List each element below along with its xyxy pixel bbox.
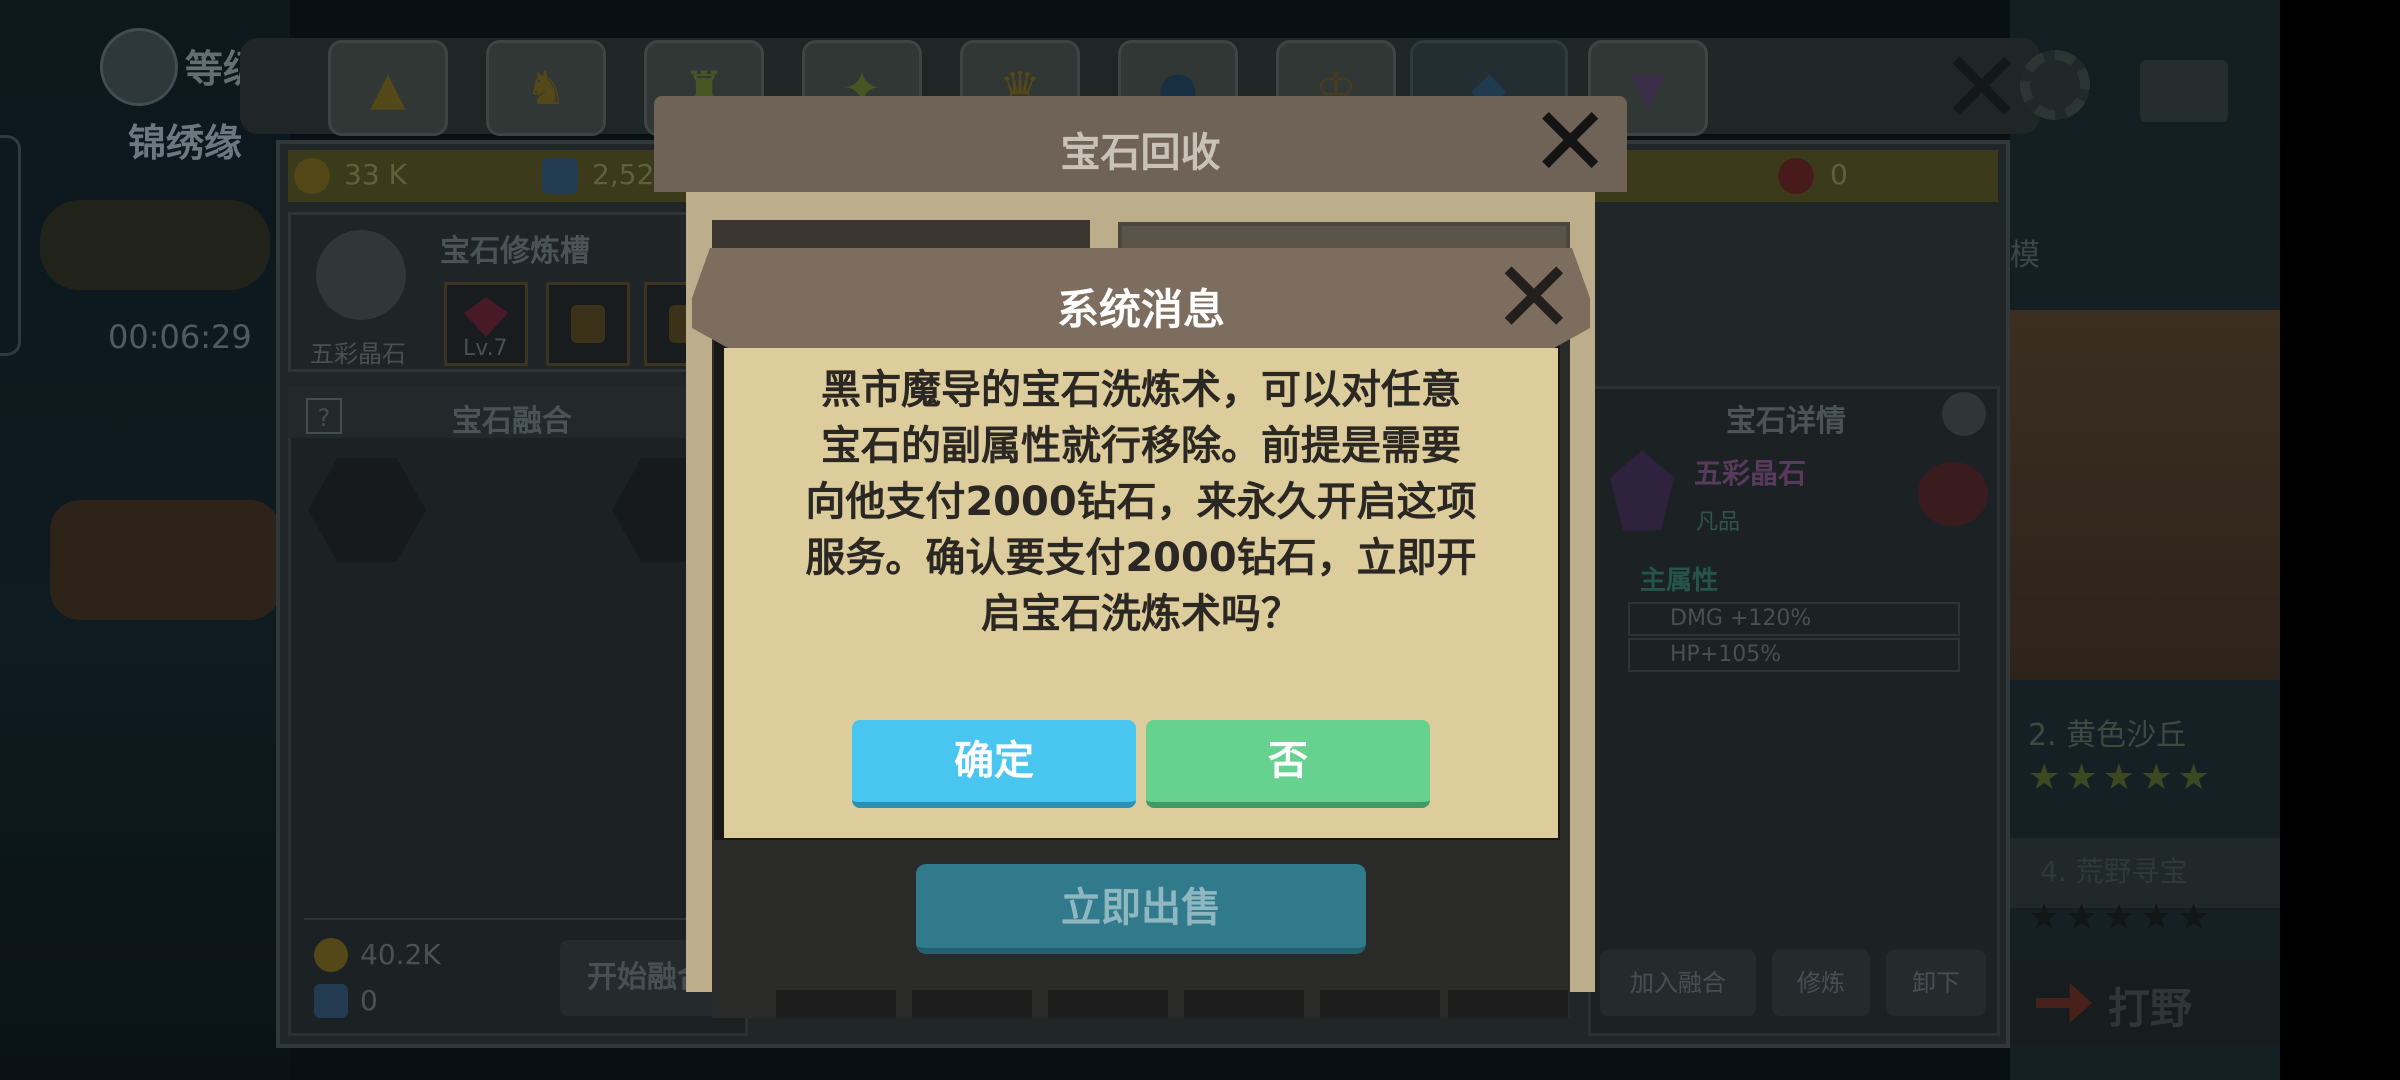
- grid-cell[interactable]: [776, 990, 896, 1018]
- cancel-button[interactable]: 否: [1146, 720, 1430, 808]
- close-icon[interactable]: ✕: [1530, 94, 1610, 190]
- grid-cell[interactable]: [1448, 990, 1568, 1018]
- grid-cell[interactable]: [1048, 990, 1168, 1018]
- message-line: 向他支付2000钻石，来永久开启这项: [805, 479, 1477, 525]
- dialog-title: 系统消息: [1056, 285, 1225, 334]
- close-icon[interactable]: ✕: [1492, 248, 1576, 348]
- grid-cell[interactable]: [1184, 990, 1304, 1018]
- sell-now-button[interactable]: 立即出售: [916, 864, 1366, 954]
- grid-cell[interactable]: [912, 990, 1032, 1018]
- message-line: 宝石的副属性就行移除。前提是需要: [821, 423, 1461, 469]
- message-line: 服务。确认要支付2000钻石，立即开: [805, 535, 1477, 581]
- message-line: 启宝石洗炼术吗？: [981, 591, 1301, 637]
- message-line: 黑市魔导的宝石洗炼术，可以对任意: [821, 367, 1461, 413]
- grid-cell[interactable]: [1320, 990, 1440, 1018]
- dialog-message: 黑市魔导的宝石洗炼术，可以对任意 宝石的副属性就行移除。前提是需要 向他支付20…: [724, 362, 1558, 642]
- confirm-button[interactable]: 确定: [852, 720, 1136, 808]
- recycle-modal-title: 宝石回收: [1060, 130, 1221, 176]
